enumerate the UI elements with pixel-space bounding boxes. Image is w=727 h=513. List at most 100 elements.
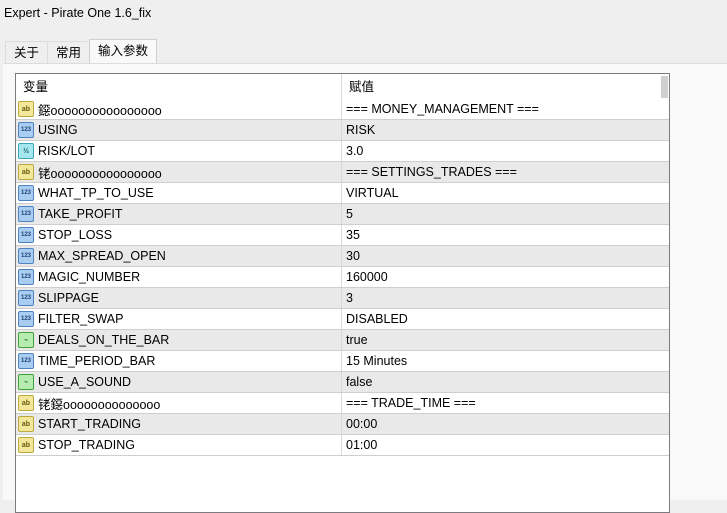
variable-cell[interactable]: ab 铑oooooooooooooooo bbox=[16, 162, 342, 182]
variable-value[interactable]: 35 bbox=[346, 228, 360, 242]
value-cell[interactable]: === SETTINGS_TRADES === bbox=[342, 162, 669, 182]
variable-value[interactable]: 5 bbox=[346, 207, 353, 221]
variable-name: STOP_TRADING bbox=[38, 438, 136, 452]
scrollbar[interactable] bbox=[661, 76, 668, 98]
string-icon: ab bbox=[18, 164, 34, 180]
tab-about[interactable]: 关于 bbox=[5, 41, 49, 64]
table-row[interactable]: 123 MAGIC_NUMBER 160000 bbox=[16, 267, 669, 288]
table-row[interactable]: ab 铑oooooooooooooooo === SETTINGS_TRADES =… bbox=[16, 162, 669, 183]
variable-cell[interactable]: 123 TIME_PERIOD_BAR bbox=[16, 351, 342, 371]
value-cell[interactable]: true bbox=[342, 330, 669, 350]
variable-value[interactable]: 30 bbox=[346, 249, 360, 263]
variable-name: RISK/LOT bbox=[38, 144, 95, 158]
value-cell[interactable]: 15 Minutes bbox=[342, 351, 669, 371]
table-row[interactable]: ab STOP_TRADING 01:00 bbox=[16, 435, 669, 456]
variable-cell[interactable]: 123 MAX_SPREAD_OPEN bbox=[16, 246, 342, 266]
value-cell[interactable]: 30 bbox=[342, 246, 669, 266]
variable-value[interactable]: 01:00 bbox=[346, 438, 377, 452]
variable-cell[interactable]: ab 铑鐚oooooooooooooo bbox=[16, 393, 342, 413]
table-row[interactable]: 123 TAKE_PROFIT 5 bbox=[16, 204, 669, 225]
variable-cell[interactable]: ⌁ USE_A_SOUND bbox=[16, 372, 342, 392]
value-cell[interactable]: false bbox=[342, 372, 669, 392]
integer-icon: 123 bbox=[18, 185, 34, 201]
variable-value[interactable]: 3 bbox=[346, 291, 353, 305]
table-row[interactable]: 123 STOP_LOSS 35 bbox=[16, 225, 669, 246]
variable-cell[interactable]: 123 FILTER_SWAP bbox=[16, 309, 342, 329]
column-header-value[interactable]: 赋值 bbox=[342, 74, 669, 99]
table-row[interactable]: ⌁ USE_A_SOUND false bbox=[16, 372, 669, 393]
value-cell[interactable]: RISK bbox=[342, 120, 669, 140]
variable-name: MAGIC_NUMBER bbox=[38, 270, 141, 284]
variable-name: DEALS_ON_THE_BAR bbox=[38, 333, 170, 347]
variable-value[interactable]: true bbox=[346, 333, 368, 347]
variable-cell[interactable]: ab START_TRADING bbox=[16, 414, 342, 434]
variable-cell[interactable]: 123 SLIPPAGE bbox=[16, 288, 342, 308]
variable-name: 铑oooooooooooooooo bbox=[38, 166, 162, 181]
table-row[interactable]: 123 FILTER_SWAP DISABLED bbox=[16, 309, 669, 330]
tab-common[interactable]: 常用 bbox=[47, 41, 91, 64]
tab-bar: 关于 常用 输入参数 bbox=[5, 39, 158, 64]
variable-name: WHAT_TP_TO_USE bbox=[38, 186, 154, 200]
integer-icon: 123 bbox=[18, 311, 34, 327]
variable-cell[interactable]: ab 鐚oooooooooooooooo bbox=[16, 99, 342, 119]
value-cell[interactable]: === TRADE_TIME === bbox=[342, 393, 669, 413]
table-row[interactable]: ab 铑鐚oooooooooooooo === TRADE_TIME === bbox=[16, 393, 669, 414]
tab-inputs[interactable]: 输入参数 bbox=[89, 39, 158, 64]
table-row[interactable]: 123 USING RISK bbox=[16, 120, 669, 141]
value-cell[interactable]: 5 bbox=[342, 204, 669, 224]
integer-icon: 123 bbox=[18, 290, 34, 306]
integer-icon: 123 bbox=[18, 248, 34, 264]
variable-name: START_TRADING bbox=[38, 417, 142, 431]
value-cell[interactable]: 01:00 bbox=[342, 435, 669, 455]
value-cell[interactable]: 00:00 bbox=[342, 414, 669, 434]
integer-icon: 123 bbox=[18, 206, 34, 222]
value-cell[interactable]: 3 bbox=[342, 288, 669, 308]
variable-name: 铑鐚oooooooooooooo bbox=[38, 397, 161, 412]
bool-icon: ⌁ bbox=[18, 332, 34, 348]
variable-name: FILTER_SWAP bbox=[38, 312, 124, 326]
variable-cell[interactable]: 123 MAGIC_NUMBER bbox=[16, 267, 342, 287]
variable-value[interactable]: 160000 bbox=[346, 270, 388, 284]
variable-cell[interactable]: 123 STOP_LOSS bbox=[16, 225, 342, 245]
variable-cell[interactable]: ⌁ DEALS_ON_THE_BAR bbox=[16, 330, 342, 350]
variable-value[interactable]: === MONEY_MANAGEMENT === bbox=[346, 102, 539, 116]
column-header-variable[interactable]: 变量 bbox=[16, 74, 342, 99]
table-row[interactable]: ½ RISK/LOT 3.0 bbox=[16, 141, 669, 162]
table-row[interactable]: 123 WHAT_TP_TO_USE VIRTUAL bbox=[16, 183, 669, 204]
variable-name: USING bbox=[38, 123, 78, 137]
variable-value[interactable]: RISK bbox=[346, 123, 375, 137]
variable-value[interactable]: === SETTINGS_TRADES === bbox=[346, 165, 517, 179]
table-row[interactable]: ab START_TRADING 00:00 bbox=[16, 414, 669, 435]
variable-name: TIME_PERIOD_BAR bbox=[38, 354, 156, 368]
table-row[interactable]: 123 SLIPPAGE 3 bbox=[16, 288, 669, 309]
table-header: 变量 赋值 bbox=[16, 74, 669, 99]
value-cell[interactable]: 160000 bbox=[342, 267, 669, 287]
variable-value[interactable]: 3.0 bbox=[346, 144, 363, 158]
bool-icon: ⌁ bbox=[18, 374, 34, 390]
variable-cell[interactable]: 123 USING bbox=[16, 120, 342, 140]
variable-cell[interactable]: ab STOP_TRADING bbox=[16, 435, 342, 455]
variable-value[interactable]: DISABLED bbox=[346, 312, 408, 326]
variable-value[interactable]: false bbox=[346, 375, 372, 389]
variable-value[interactable]: === TRADE_TIME === bbox=[346, 396, 476, 410]
integer-icon: 123 bbox=[18, 269, 34, 285]
variable-name: 鐚oooooooooooooooo bbox=[38, 103, 162, 118]
value-cell[interactable]: DISABLED bbox=[342, 309, 669, 329]
value-cell[interactable]: VIRTUAL bbox=[342, 183, 669, 203]
variable-cell[interactable]: ½ RISK/LOT bbox=[16, 141, 342, 161]
table-row[interactable]: ⌁ DEALS_ON_THE_BAR true bbox=[16, 330, 669, 351]
variable-cell[interactable]: 123 WHAT_TP_TO_USE bbox=[16, 183, 342, 203]
variable-cell[interactable]: 123 TAKE_PROFIT bbox=[16, 204, 342, 224]
string-icon: ab bbox=[18, 395, 34, 411]
value-cell[interactable]: === MONEY_MANAGEMENT === bbox=[342, 99, 669, 119]
string-icon: ab bbox=[18, 437, 34, 453]
variable-value[interactable]: 15 Minutes bbox=[346, 354, 407, 368]
variable-value[interactable]: 00:00 bbox=[346, 417, 377, 431]
variable-value[interactable]: VIRTUAL bbox=[346, 186, 399, 200]
double-icon: ½ bbox=[18, 143, 34, 159]
value-cell[interactable]: 3.0 bbox=[342, 141, 669, 161]
table-row[interactable]: ab 鐚oooooooooooooooo === MONEY_MANAGEMENT … bbox=[16, 99, 669, 120]
table-row[interactable]: 123 TIME_PERIOD_BAR 15 Minutes bbox=[16, 351, 669, 372]
value-cell[interactable]: 35 bbox=[342, 225, 669, 245]
table-row[interactable]: 123 MAX_SPREAD_OPEN 30 bbox=[16, 246, 669, 267]
